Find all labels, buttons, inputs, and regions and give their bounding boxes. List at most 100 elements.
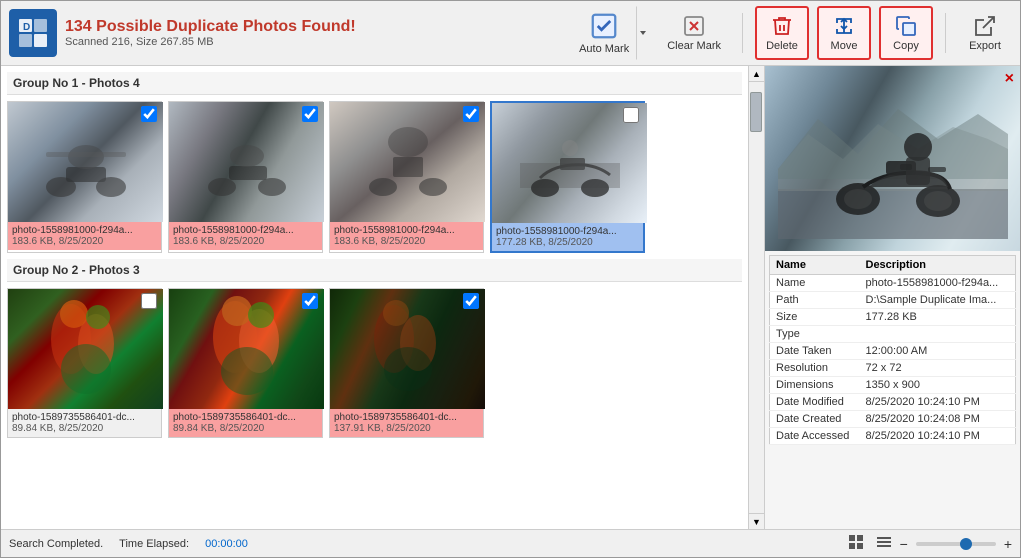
details-row: Date Accessed8/25/2020 10:24:10 PM	[770, 428, 1016, 445]
zoom-slider[interactable]	[916, 542, 996, 546]
grid-view-button[interactable]	[844, 532, 868, 555]
auto-mark-arrow[interactable]	[636, 6, 650, 60]
toolbar: D 134 Possible Duplicate Photos Found! S…	[1, 1, 1020, 66]
photo-item[interactable]: photo-1589735586401-dc... 137.91 KB, 8/2…	[329, 288, 484, 438]
detail-value: photo-1558981000-f294a...	[860, 275, 1016, 292]
photo-name: photo-1589735586401-dc...	[334, 412, 479, 423]
photo-info: photo-1558981000-f294a... 183.6 KB, 8/25…	[330, 222, 483, 250]
photo-item[interactable]: photo-1589735586401-dc... 89.84 KB, 8/25…	[168, 288, 323, 438]
photo-info: photo-1589735586401-dc... 137.91 KB, 8/2…	[330, 409, 483, 437]
detail-value: 8/25/2020 10:24:08 PM	[860, 411, 1016, 428]
export-label: Export	[969, 40, 1001, 52]
photo-thumbnail	[8, 289, 163, 409]
auto-mark-main[interactable]: Auto Mark	[572, 6, 636, 60]
detail-value: 72 x 72	[860, 360, 1016, 377]
detail-field: Size	[770, 309, 860, 326]
photo-meta: 89.84 KB, 8/25/2020	[12, 423, 157, 434]
photo-info: photo-1558981000-f294a... 183.6 KB, 8/25…	[169, 222, 322, 250]
photo-name: photo-1558981000-f294a...	[173, 225, 318, 236]
scroll-thumb[interactable]	[750, 92, 762, 132]
details-row: Resolution72 x 72	[770, 360, 1016, 377]
move-label: Move	[831, 40, 858, 52]
detail-value: D:\Sample Duplicate Ima...	[860, 292, 1016, 309]
details-row: PathD:\Sample Duplicate Ima...	[770, 292, 1016, 309]
photo-checkbox[interactable]	[463, 106, 479, 122]
photo-thumbnail	[169, 289, 324, 409]
detail-field: Dimensions	[770, 377, 860, 394]
clear-mark-button[interactable]: Clear Mark	[658, 6, 730, 60]
details-table: Name Description Namephoto-1558981000-f2…	[769, 255, 1016, 445]
photo-info: photo-1589735586401-dc... 89.84 KB, 8/25…	[169, 409, 322, 437]
photo-checkbox[interactable]	[141, 293, 157, 309]
scroll-track[interactable]	[749, 82, 764, 513]
group-2-row: photo-1589735586401-dc... 89.84 KB, 8/25…	[7, 288, 742, 438]
preview-details: Name Description Namephoto-1558981000-f2…	[765, 251, 1020, 529]
clear-mark-label: Clear Mark	[667, 40, 721, 52]
photo-grid-with-scroll: Group No 1 - Photos 4	[1, 66, 764, 529]
details-row: Namephoto-1558981000-f294a...	[770, 275, 1016, 292]
svg-text:D: D	[23, 22, 30, 33]
detail-field: Date Accessed	[770, 428, 860, 445]
photo-thumbnail	[8, 102, 163, 222]
photo-checkbox[interactable]	[302, 106, 318, 122]
move-button[interactable]: Move	[817, 6, 871, 60]
group-1-row: photo-1558981000-f294a... 183.6 KB, 8/25…	[7, 101, 742, 253]
detail-value: 8/25/2020 10:24:10 PM	[860, 394, 1016, 411]
auto-mark-button[interactable]: Auto Mark	[572, 6, 650, 60]
detail-value	[860, 326, 1016, 343]
detail-field: Date Taken	[770, 343, 860, 360]
photo-info: photo-1589735586401-dc... 89.84 KB, 8/25…	[8, 409, 161, 437]
app-subtitle: Scanned 216, Size 267.85 MB	[65, 36, 564, 48]
main-window: D 134 Possible Duplicate Photos Found! S…	[0, 0, 1021, 558]
copy-label: Copy	[893, 40, 919, 52]
detail-field: Resolution	[770, 360, 860, 377]
photo-checkbox[interactable]	[141, 106, 157, 122]
group-1-header: Group No 1 - Photos 4	[7, 72, 742, 95]
photo-name: photo-1558981000-f294a...	[496, 226, 639, 237]
photo-meta: 89.84 KB, 8/25/2020	[173, 423, 318, 434]
photo-item[interactable]: photo-1558981000-f294a... 183.6 KB, 8/25…	[7, 101, 162, 253]
status-right: − +	[844, 532, 1012, 555]
photo-checkbox[interactable]	[463, 293, 479, 309]
photo-thumbnail	[169, 102, 324, 222]
detail-field: Name	[770, 275, 860, 292]
photo-item[interactable]: photo-1558981000-f294a... 183.6 KB, 8/25…	[168, 101, 323, 253]
scroll-up-button[interactable]: ▲	[749, 66, 764, 82]
elapsed-value: 00:00:00	[205, 538, 248, 550]
photo-info: photo-1558981000-f294a... 177.28 KB, 8/2…	[492, 223, 643, 251]
detail-field: Type	[770, 326, 860, 343]
photo-thumbnail	[330, 289, 485, 409]
photo-checkbox[interactable]	[302, 293, 318, 309]
col-header-name: Name	[770, 256, 860, 275]
detail-value: 8/25/2020 10:24:10 PM	[860, 428, 1016, 445]
details-row: Type	[770, 326, 1016, 343]
scroll-down-button[interactable]: ▼	[749, 513, 764, 529]
export-button[interactable]: Export	[958, 6, 1012, 60]
photo-panel: Group No 1 - Photos 4	[1, 66, 765, 529]
content-area: Group No 1 - Photos 4	[1, 66, 1020, 529]
photo-item[interactable]: photo-1589735586401-dc... 89.84 KB, 8/25…	[7, 288, 162, 438]
col-header-description: Description	[860, 256, 1016, 275]
photo-meta: 177.28 KB, 8/25/2020	[496, 237, 639, 248]
copy-button[interactable]: Copy	[879, 6, 933, 60]
zoom-plus-button[interactable]: +	[1004, 536, 1012, 552]
preview-close-button[interactable]: ×	[1005, 70, 1014, 88]
vertical-scrollbar[interactable]: ▲ ▼	[748, 66, 764, 529]
photo-name: photo-1558981000-f294a...	[12, 225, 157, 236]
zoom-thumb[interactable]	[960, 538, 972, 550]
details-row: Date Taken12:00:00 AM	[770, 343, 1016, 360]
photo-checkbox[interactable]	[623, 107, 639, 123]
detail-value: 12:00:00 AM	[860, 343, 1016, 360]
photo-meta: 183.6 KB, 8/25/2020	[12, 236, 157, 247]
zoom-minus-button[interactable]: −	[900, 536, 908, 552]
details-row: Date Created8/25/2020 10:24:08 PM	[770, 411, 1016, 428]
details-row: Size177.28 KB	[770, 309, 1016, 326]
list-view-button[interactable]	[872, 532, 896, 555]
detail-field: Date Modified	[770, 394, 860, 411]
preview-image	[765, 66, 1020, 251]
group-2-header: Group No 2 - Photos 3	[7, 259, 742, 282]
photo-item[interactable]: photo-1558981000-f294a... 177.28 KB, 8/2…	[490, 101, 645, 253]
photo-item[interactable]: photo-1558981000-f294a... 183.6 KB, 8/25…	[329, 101, 484, 253]
status-bar: Search Completed. Time Elapsed: 00:00:00…	[1, 529, 1020, 557]
delete-button[interactable]: Delete	[755, 6, 809, 60]
